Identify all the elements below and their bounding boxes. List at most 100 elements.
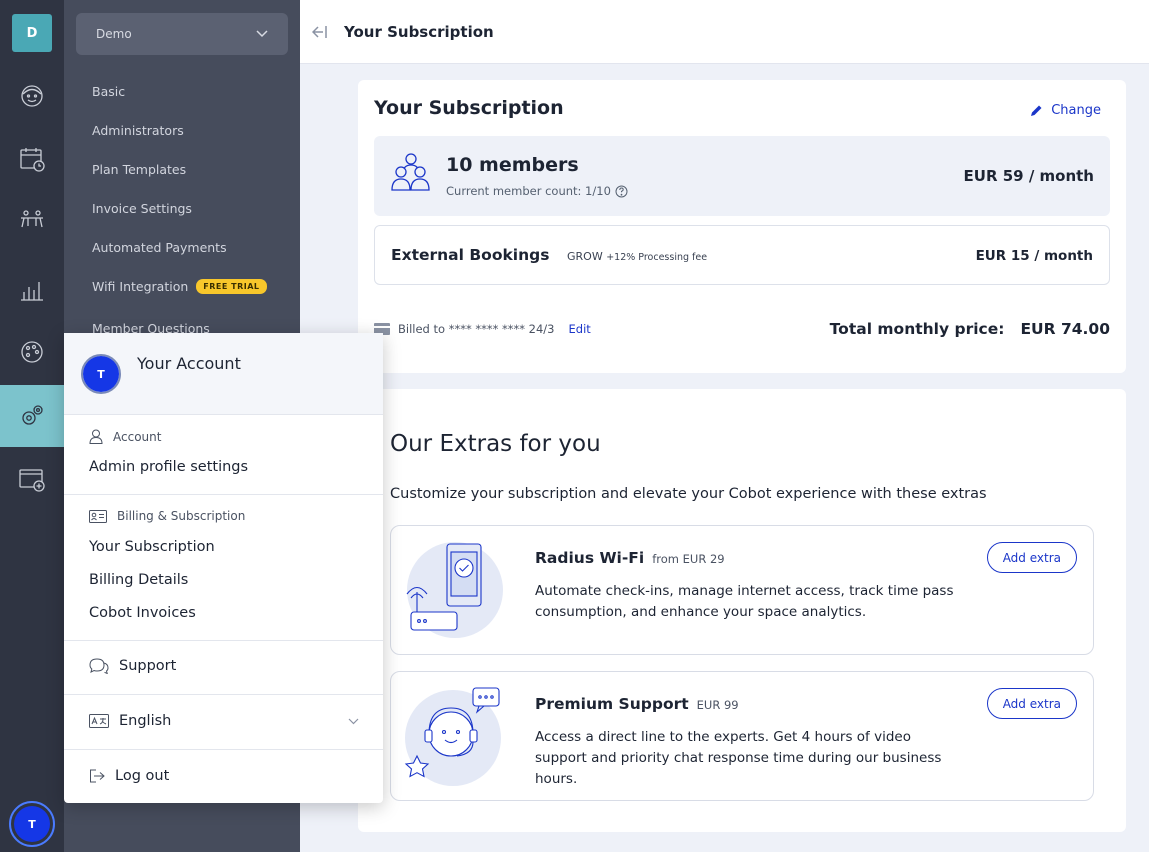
sidebar-item-label: Basic [92,84,126,99]
billing-section-label: Billing & Subscription [89,509,245,523]
pencil-icon [1031,105,1042,116]
extra-name: Premium Support EUR 99 [535,695,739,713]
your-subscription-link[interactable]: Your Subscription [89,539,215,555]
account-menu-header: T Your Account [64,333,383,415]
sidebar-item-administrators[interactable]: Administrators [92,123,184,138]
members-group-icon [391,153,430,191]
calendar-clock-icon [20,148,45,172]
rail-item-settings[interactable] [0,385,64,447]
processing-fee: +12% Processing fee [606,252,708,263]
help-icon[interactable] [615,185,628,198]
support-link[interactable]: Support [89,658,176,674]
divider [64,494,383,495]
logout-icon [90,769,105,783]
wifi-router-phone-icon [406,542,503,638]
gears-icon [22,405,43,425]
external-bookings-plan: GROW +12% Processing fee [567,250,707,263]
total-label: Total monthly price: [829,320,1005,338]
subscription-card: Your Subscription Change 10 members Curr… [358,80,1126,373]
extra-title: Radius Wi-Fi [535,549,645,567]
organization-select[interactable]: Demo [76,13,288,55]
extras-title: Our Extras for you [390,431,601,457]
chevron-down-icon [348,718,359,724]
avatar: T [14,806,50,842]
external-bookings-box: External Bookings GROW +12% Processing f… [374,225,1110,285]
palette-icon [21,341,43,363]
divider [64,694,383,695]
page-title: Your Subscription [344,22,494,41]
id-card-icon [89,509,107,523]
user-avatar-button[interactable]: T [9,801,55,847]
section-label: Account [113,429,162,444]
rail-item-calendar[interactable] [0,128,64,190]
avatar: T [81,354,121,394]
extra-radius-wifi: Radius Wi-Fi from EUR 29 Automate check-… [390,525,1094,655]
external-bookings-price: EUR 15 / month [975,248,1093,264]
rail-item-members[interactable] [0,65,64,127]
members-plan-box: 10 members Current member count: 1/10 EU… [374,136,1110,216]
extra-price: EUR 99 [696,698,739,712]
organization-logo[interactable]: D [12,14,52,52]
top-bar: Your Subscription [300,0,1149,64]
logout-link[interactable]: Log out [89,768,169,784]
members-price: EUR 59 / month [963,167,1094,185]
plan-name: GROW [567,250,603,263]
change-label: Change [1051,103,1101,118]
icon-rail: D T [0,0,64,852]
sidebar-item-label: Administrators [92,123,184,138]
window-plus-icon [19,469,45,492]
sidebar-item-automated-payments[interactable]: Automated Payments [92,240,227,255]
extra-description: Access a direct line to the experts. Get… [535,729,942,787]
member-face-icon [21,85,43,107]
member-count-text: Current member count: 1/10 [446,184,611,198]
section-label: Billing & Subscription [117,509,246,523]
rail-item-rooms[interactable] [0,189,64,251]
meeting-room-icon [21,210,43,228]
organization-name: Demo [96,27,132,41]
total-value: EUR 74.00 [1020,320,1110,338]
rail-item-analytics[interactable] [0,258,64,320]
language-icon [89,714,109,728]
divider [64,749,383,750]
external-bookings-title: External Bookings [391,246,550,264]
rail-item-apps[interactable] [0,321,64,383]
chevron-down-icon [256,30,268,38]
bar-chart-icon [21,282,43,301]
extra-name: Radius Wi-Fi from EUR 29 [535,549,725,567]
add-extra-button[interactable]: Add extra [986,688,1077,719]
logout-label: Log out [115,768,170,784]
extra-description: Automate check-ins, manage internet acce… [535,583,954,620]
admin-profile-settings-link[interactable]: Admin profile settings [89,459,248,475]
sidebar-item-label: Invoice Settings [92,201,192,216]
extra-premium-support: Premium Support EUR 99 Access a direct l… [390,671,1094,801]
cobot-invoices-link[interactable]: Cobot Invoices [89,605,196,621]
edit-billing-link[interactable]: Edit [569,322,591,336]
sidebar-item-wifi-integration[interactable]: Wifi Integration FREE TRIAL [92,279,267,294]
sidebar-item-invoice-settings[interactable]: Invoice Settings [92,201,192,216]
subscription-title: Your Subscription [374,97,564,119]
support-agent-icon [404,687,501,786]
add-extra-button[interactable]: Add extra [986,542,1077,573]
collapse-left-icon [312,25,327,38]
billing-info: Billed to **** **** **** 24/3 Edit [374,322,591,336]
chat-bubbles-icon [89,658,109,674]
total-monthly-price: Total monthly price: EUR 74.00 [830,320,1110,338]
account-menu-popup: T Your Account Account Admin profile set… [64,333,383,803]
member-count-info: Current member count: 1/10 [446,184,628,198]
rail-item-add-window[interactable] [0,448,64,510]
sidebar-item-label: Automated Payments [92,240,227,255]
change-subscription-link[interactable]: Change [1030,103,1101,118]
billing-details-link[interactable]: Billing Details [89,572,188,588]
members-count: 10 members [446,154,579,176]
language-select[interactable]: English [89,713,359,729]
account-menu-title: Your Account [137,354,241,373]
sidebar-item-label: Plan Templates [92,162,187,177]
sidebar-item-basic[interactable]: Basic [92,84,125,99]
user-icon [89,429,103,444]
extras-card: Our Extras for you Customize your subscr… [358,389,1126,832]
free-trial-badge: FREE TRIAL [196,279,267,294]
sidebar-item-plan-templates[interactable]: Plan Templates [92,162,186,177]
collapse-sidebar-button[interactable] [310,22,330,42]
account-section-label: Account [89,429,161,444]
support-label: Support [119,658,177,674]
